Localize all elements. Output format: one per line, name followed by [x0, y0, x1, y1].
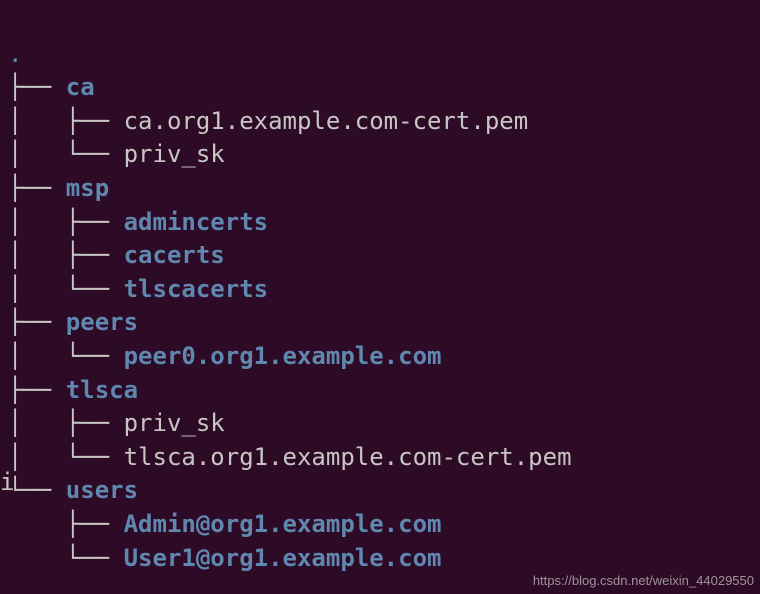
file-tlsca-cert: tlsca.org1.example.com-cert.pem: [124, 443, 572, 471]
tree-branch: │ ├──: [8, 208, 124, 236]
tree-branch: └──: [8, 476, 66, 504]
tree-branch: │ └──: [8, 443, 124, 471]
dir-tlsca: tlsca: [66, 376, 138, 404]
tree-branch: ├──: [8, 376, 66, 404]
file-ca-cert: ca.org1.example.com-cert.pem: [124, 107, 529, 135]
dir-user1: User1@org1.example.com: [124, 544, 442, 572]
dir-peer0: peer0.org1.example.com: [124, 342, 442, 370]
dir-msp: msp: [66, 174, 109, 202]
file-tlsca-priv: priv_sk: [124, 409, 225, 437]
root-dot: .: [8, 40, 22, 68]
tree-branch: │ ├──: [8, 107, 124, 135]
dir-cacerts: cacerts: [124, 241, 225, 269]
tree-branch: │ ├──: [8, 409, 124, 437]
tree-branch: │ ├──: [8, 241, 124, 269]
tree-branch: │ └──: [8, 342, 124, 370]
tree-branch: │ └──: [8, 275, 124, 303]
tree-branch: ├──: [8, 174, 66, 202]
file-ca-priv: priv_sk: [124, 140, 225, 168]
tree-branch: └──: [8, 544, 124, 572]
dir-users: users: [66, 476, 138, 504]
tree-branch: ├──: [8, 510, 124, 538]
dir-admincerts: admincerts: [124, 208, 269, 236]
terminal-output: . ├── ca │ ├── ca.org1.example.com-cert.…: [0, 0, 760, 579]
tree-branch: ├──: [8, 308, 66, 336]
tree-branch: ├──: [8, 73, 66, 101]
dir-tlscacerts: tlscacerts: [124, 275, 269, 303]
stray-char: i: [0, 466, 14, 500]
dir-ca: ca: [66, 73, 95, 101]
watermark-text: https://blog.csdn.net/weixin_44029550: [533, 572, 754, 590]
dir-peers: peers: [66, 308, 138, 336]
tree-branch: │ └──: [8, 140, 124, 168]
dir-admin-user: Admin@org1.example.com: [124, 510, 442, 538]
